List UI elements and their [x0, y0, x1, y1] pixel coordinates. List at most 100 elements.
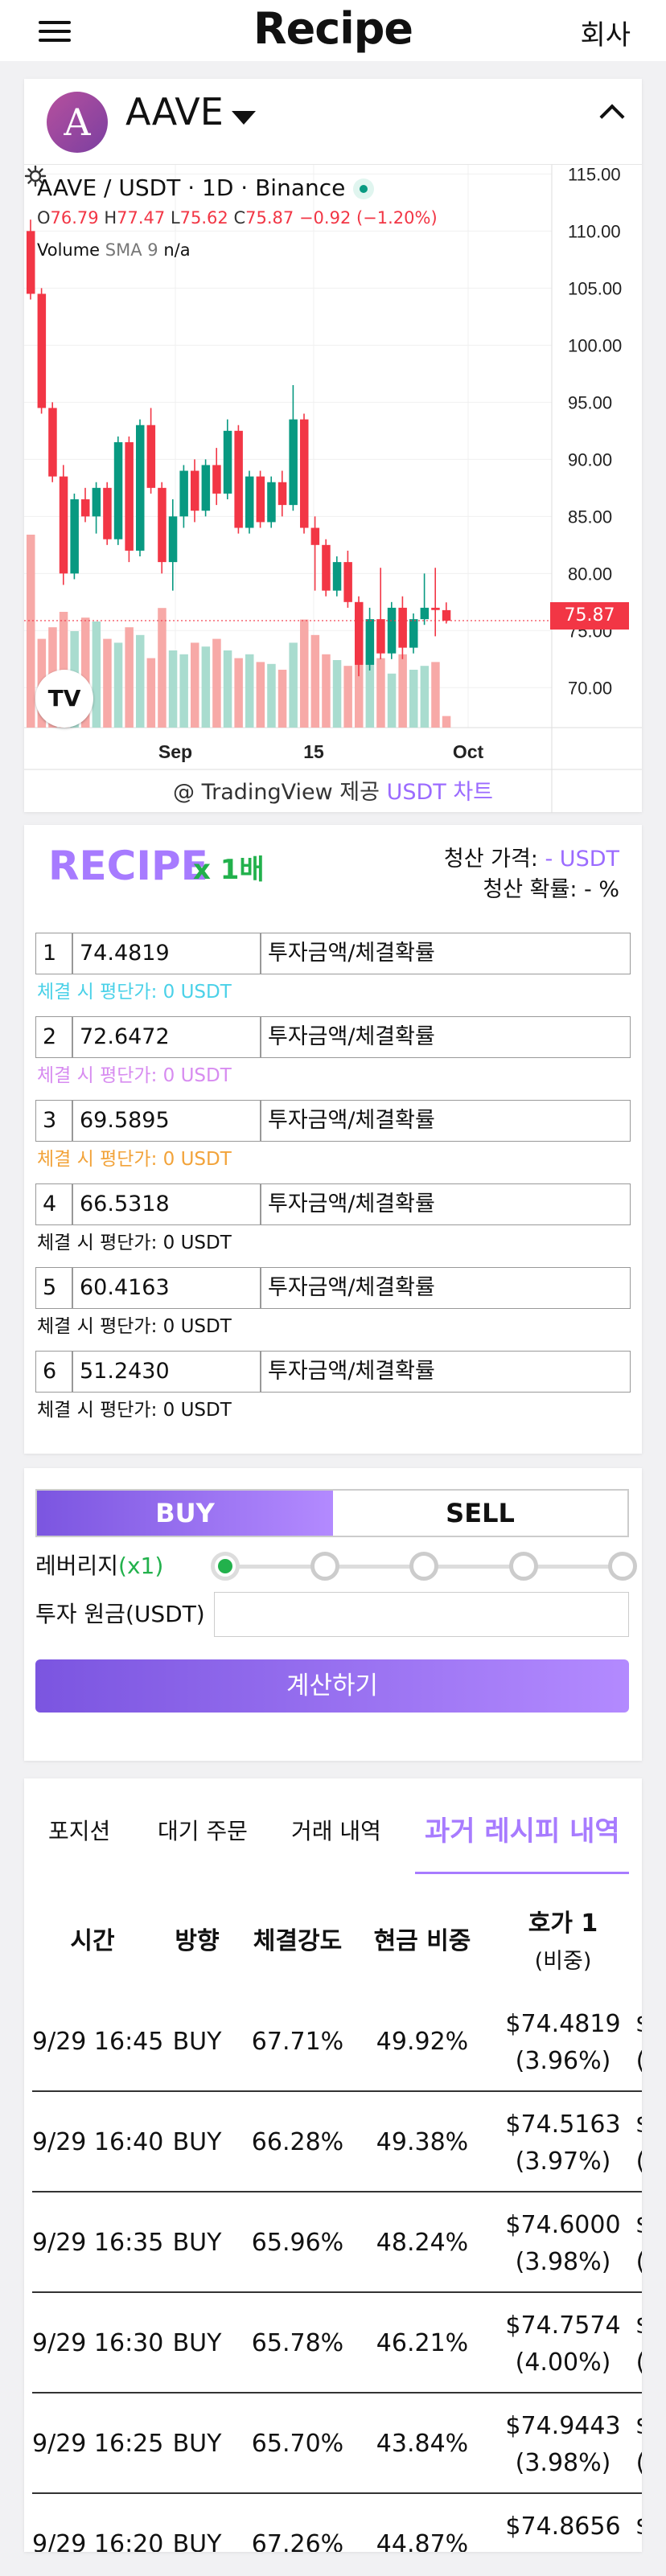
candle-body	[365, 619, 375, 665]
leverage-slider[interactable]	[211, 1547, 637, 1587]
volume-bar	[212, 638, 221, 728]
y-tick-label: 95.00	[568, 392, 612, 412]
tradingview-logo-icon[interactable]: TV	[35, 670, 93, 728]
top-bar: Recipe 회사	[0, 0, 666, 61]
recipe-row: 3 69.5895 투자금액/체결확률체결 시 평단가: 0 USDT	[35, 1100, 631, 1174]
calculate-button[interactable]: 계산하기	[35, 1659, 629, 1713]
table-cell: 66.28%	[251, 2128, 344, 2156]
recipe-price-input[interactable]: 72.6472	[72, 1016, 261, 1058]
table-row[interactable]: 9/29 16:25 BUY 65.70% 43.84% $74.9443 (3.98%)…	[32, 2393, 642, 2494]
recipe-avg-price: 체결 시 평단가: 0 USDT	[37, 1065, 232, 1086]
candle-body	[191, 470, 199, 511]
table-cell: 43.84%	[376, 2430, 469, 2458]
recipe-row: 2 72.6472 투자금액/체결확률 체결 시 평단가: 0 USDT	[35, 1016, 631, 1090]
table-cell: $74.7574 (4.00%)	[505, 2311, 621, 2377]
recipe-price-input[interactable]: 69.5895	[72, 1100, 261, 1142]
candle-body	[113, 442, 123, 539]
leverage-thumb[interactable]	[211, 1552, 240, 1581]
table-row[interactable]: 9/29 16:40 BUY 66.28% 49.38% $74.5163 (3.97%)…	[32, 2092, 642, 2192]
caret-down-icon[interactable]	[232, 111, 256, 125]
y-tick-label: 110.00	[568, 221, 621, 241]
buy-button[interactable]: BUY	[37, 1491, 333, 1536]
candle-body	[420, 607, 430, 620]
x-tick-label: 15	[303, 741, 324, 762]
volume-bar	[398, 654, 407, 728]
price-chart[interactable]: 115.00 110.00 105.00 100.00 95.00 90.00 85.00 8…	[24, 164, 642, 813]
table-cell: 9/29 16:45	[32, 2028, 164, 2056]
usdt-chart-link[interactable]: USDT 차트	[387, 780, 493, 805]
volume-bar	[201, 646, 211, 728]
table-cell: BUY	[172, 2128, 222, 2156]
recipe-avg-price: 체결 시 평단가: 0 USDT	[37, 1149, 232, 1170]
recipe-avg-price: 체결 시 평단가: 0 USDT	[37, 1233, 232, 1253]
y-tick-label: 90.00	[568, 449, 612, 470]
coin-chart-card: A AAVE 115.00 110.00 105.00 100.00 95.00 90.0…	[24, 79, 642, 813]
settings-gear-icon[interactable]	[24, 165, 47, 187]
company-link[interactable]: 회사	[580, 13, 631, 52]
volume-bar	[431, 662, 440, 728]
leverage-stop[interactable]	[508, 1552, 538, 1581]
table-row[interactable]: 9/29 16:30 BUY 65.78% 46.21% $74.7574 (4.00%)…	[32, 2293, 642, 2393]
volume-bar	[191, 642, 199, 728]
table-cell: $72.8031(5.36%)	[635, 2192, 642, 2293]
recipe-invest-input[interactable]: 투자금액/체결확률	[261, 933, 631, 974]
tab-trade-history[interactable]: 거래 내역	[291, 1814, 381, 1846]
volume-bar	[267, 663, 276, 728]
volume-bar	[256, 662, 265, 728]
recipe-price-input[interactable]: 66.5318	[72, 1183, 261, 1225]
recipe-invest-input[interactable]: 투자금액/체결확률	[261, 1016, 631, 1058]
volume-bar	[223, 650, 232, 728]
recipe-price-input[interactable]: 51.2430	[72, 1351, 261, 1393]
history-tabs: 포지션 대기 주문 거래 내역 과거 레시피 내역	[24, 1778, 642, 1874]
table-cell: 44.87%	[376, 2530, 469, 2552]
volume-bar	[376, 658, 385, 728]
column-header: 방향	[175, 1927, 220, 1955]
candle-body	[201, 465, 211, 511]
candle-body	[289, 419, 298, 506]
table-cell: $74.6000 (3.98%)	[505, 2211, 621, 2276]
volume-indicator-label[interactable]: Volume SMA 9 n/a	[37, 240, 191, 260]
column-header: 호가 1 (비중)	[528, 1909, 598, 1974]
leverage-stop[interactable]	[310, 1552, 339, 1581]
order-calculator-card: BUY SELL 레버리지(x1) 투자 원금(USDT) 계산하기	[24, 1468, 642, 1761]
recipe-price-input[interactable]: 74.4819	[72, 933, 261, 974]
table-cell: 9/29 16:25	[32, 2430, 164, 2458]
sell-button[interactable]: SELL	[333, 1491, 627, 1536]
volume-bar	[322, 654, 331, 728]
recipe-avg-price: 체결 시 평단가: 0 USDT	[37, 1316, 232, 1337]
tab-past-recipes[interactable]: 과거 레시피 내역	[425, 1809, 620, 1848]
candle-body	[81, 499, 90, 517]
volume-bar	[420, 666, 430, 728]
leverage-stop[interactable]	[608, 1552, 637, 1581]
recipe-invest-input[interactable]: 투자금액/체결확률	[261, 1351, 631, 1393]
candle-body	[409, 619, 418, 648]
recipe-row-number: 3	[35, 1100, 72, 1142]
chart-attribution: @ TradingView 제공 USDT 차트	[172, 780, 494, 805]
candle-body	[125, 442, 134, 551]
volume-bar	[289, 642, 298, 728]
chevron-up-icon[interactable]	[599, 104, 625, 129]
table-row[interactable]: 9/29 16:20 BUY 67.26% 44.87% $74.8656(3.98%)…	[32, 2494, 642, 2552]
principal-input[interactable]	[214, 1592, 629, 1637]
table-row[interactable]: 9/29 16:45 BUY 67.71% 49.92% $74.4819 (3.96%)…	[32, 1991, 642, 2092]
candle-body	[278, 482, 287, 506]
candle-body	[322, 544, 331, 591]
recipe-invest-input[interactable]: 투자금액/체결확률	[261, 1100, 631, 1142]
volume-bar	[343, 666, 352, 728]
tab-open-orders[interactable]: 대기 주문	[158, 1814, 248, 1846]
table-cell: 65.96%	[251, 2229, 344, 2257]
table-cell: 9/29 16:40	[32, 2128, 164, 2156]
table-row[interactable]: 9/29 16:35 BUY 65.96% 48.24% $74.6000 (3.98%)…	[32, 2192, 642, 2293]
recipe-invest-input[interactable]: 투자금액/체결확률	[261, 1183, 631, 1225]
leverage-stop[interactable]	[409, 1552, 438, 1581]
y-tick-label: 80.00	[568, 564, 612, 584]
candle-body	[179, 470, 188, 517]
tab-positions[interactable]: 포지션	[48, 1814, 110, 1846]
recipe-price-input[interactable]: 60.4163	[72, 1267, 261, 1309]
principal-label: 투자 원금(USDT)	[35, 1601, 205, 1627]
market-open-dot-icon	[353, 178, 375, 199]
table-cell: $74.4819 (3.96%)	[505, 2010, 621, 2075]
recipe-invest-input[interactable]: 투자금액/체결확률	[261, 1267, 631, 1309]
coin-selector[interactable]: AAVE	[125, 90, 224, 133]
candlestick-chart[interactable]: 115.00 110.00 105.00 100.00 95.00 90.00 85.00 8…	[24, 165, 642, 813]
